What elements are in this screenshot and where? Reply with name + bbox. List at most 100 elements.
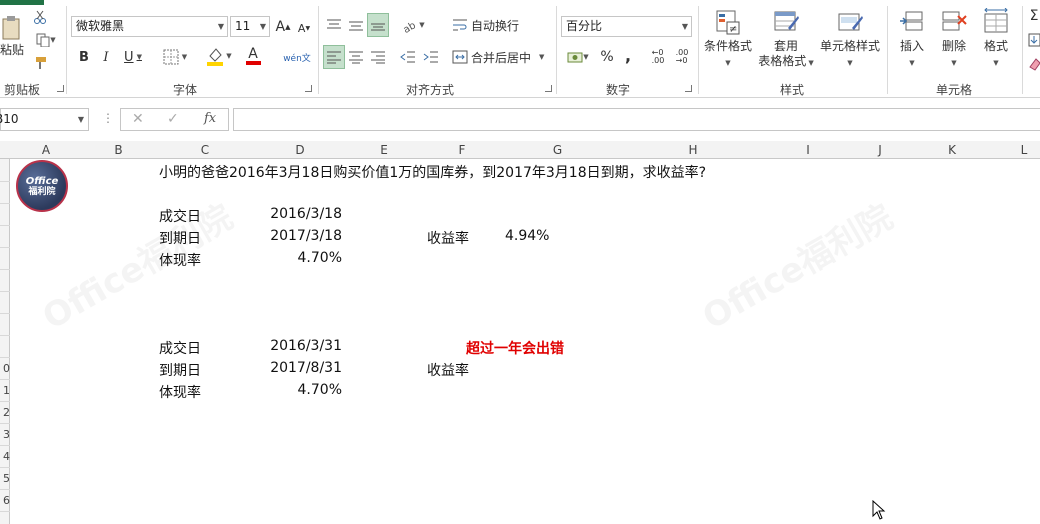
check-icon[interactable]: ✓ [167, 111, 179, 127]
column-header-e[interactable]: E [345, 141, 423, 159]
decrease-indent-button[interactable] [398, 46, 418, 68]
fill-color-button[interactable]: ▼ [203, 45, 235, 67]
cell-d10-due-date[interactable]: 2017/8/31 [255, 360, 342, 376]
number-launcher[interactable] [685, 85, 692, 92]
more-options-icon[interactable]: ⋮ [102, 111, 114, 125]
row-header-11[interactable]: 1 [0, 382, 10, 402]
increase-decimal-button[interactable]: ←0.00 [648, 46, 668, 68]
underline-button[interactable]: U ▼ [119, 47, 147, 67]
italic-button[interactable]: I [97, 47, 115, 67]
row-header-16[interactable]: 6 [0, 492, 10, 512]
row-header-15[interactable]: 5 [0, 470, 10, 490]
insert-function-icon[interactable]: fx [204, 111, 216, 126]
cell-f9-warning[interactable]: 超过一年会出错 [466, 338, 564, 358]
paste-button[interactable]: 粘贴 [0, 8, 24, 64]
row-header-14[interactable]: 4 [0, 448, 10, 468]
cell-styles-button[interactable]: 单元格样式 ▼ [818, 8, 882, 71]
cell-c9-deal-label[interactable]: 成交日 [159, 338, 201, 358]
logo-text-2: 福利院 [28, 186, 56, 197]
row-header-10[interactable]: 0 [0, 360, 10, 380]
copy-button[interactable]: ▼ [32, 32, 60, 48]
row-header-12[interactable]: 2 [0, 404, 10, 424]
decrease-decimal-button[interactable]: .00 →0 [672, 46, 692, 68]
wrap-text-label: 自动换行 [471, 18, 520, 33]
shrink-font-button[interactable]: A ▼ [296, 18, 312, 39]
column-header-h[interactable]: H [614, 141, 772, 159]
column-header-d[interactable]: D [255, 141, 345, 159]
alignment-launcher[interactable] [545, 85, 552, 92]
increase-indent-button[interactable] [421, 46, 441, 68]
column-header-l[interactable]: L [988, 141, 1040, 159]
format-as-table-button[interactable]: 套用 表格格式 ▼ [756, 8, 816, 71]
copy-icon [36, 33, 50, 47]
delete-cells-button[interactable]: 删除 ▼ [935, 8, 973, 71]
conditional-formatting-button[interactable]: ≠ 条件格式 ▼ [700, 8, 756, 71]
cell-d4-due-date[interactable]: 2017/3/18 [255, 228, 342, 244]
column-header-k[interactable]: K [916, 141, 988, 159]
svg-text:ab: ab [402, 20, 418, 33]
middle-align-button[interactable] [346, 14, 366, 36]
decrease-decimal-icon: .00 →0 [675, 48, 689, 65]
clear-button[interactable] [1028, 56, 1040, 72]
cell-d3-deal-date[interactable]: 2016/3/18 [255, 206, 342, 222]
conditional-format-icon: ≠ [716, 10, 740, 35]
office-logo: Office 福利院 [16, 160, 68, 212]
cell-c5-rate-label[interactable]: 体现率 [159, 250, 201, 270]
column-header-a[interactable]: A [10, 141, 82, 159]
cell-c3-deal-label[interactable]: 成交日 [159, 206, 201, 226]
clipboard-launcher[interactable] [57, 85, 64, 92]
row-header-13[interactable]: 3 [0, 426, 10, 446]
cell-d9-deal-date[interactable]: 2016/3/31 [255, 338, 342, 354]
bold-button[interactable]: B [75, 47, 93, 67]
column-header-f[interactable]: F [423, 141, 501, 159]
font-color-button[interactable]: A [238, 45, 268, 67]
fill-button[interactable] [1028, 32, 1040, 48]
cell-c4-due-label[interactable]: 到期日 [159, 228, 201, 248]
insert-cells-button[interactable]: 插入 ▼ [893, 8, 931, 71]
chevron-down-icon: ▼ [847, 59, 853, 67]
autosum-button[interactable]: Σ [1028, 8, 1040, 24]
chevron-down-icon: ▼ [419, 21, 425, 29]
cell-d5-rate-value[interactable]: 4.70% [255, 250, 342, 266]
comma-style-button[interactable]: , [620, 44, 636, 66]
align-center-button[interactable] [346, 46, 366, 68]
column-header-c[interactable]: C [155, 141, 255, 159]
font-launcher[interactable] [305, 85, 312, 92]
accounting-format-button[interactable]: ▼ [563, 46, 593, 68]
formula-input[interactable] [233, 108, 1040, 131]
bottom-align-button[interactable] [367, 13, 389, 37]
cell-c11-rate-label[interactable]: 体现率 [159, 382, 201, 402]
cell-d11-rate-value[interactable]: 4.70% [255, 382, 342, 398]
grow-font-button[interactable]: A ▲ [274, 16, 292, 37]
cell-c10-due-label[interactable]: 到期日 [159, 360, 201, 380]
borders-button[interactable]: ▼ [159, 47, 191, 67]
cell-g4-yield-value[interactable]: 4.94% [505, 228, 549, 244]
font-name-select[interactable]: 微软雅黑 ▼ [71, 16, 228, 37]
cell-c1-title[interactable]: 小明的爸爸2016年3月18日购买价值1万的国库券，到2017年3月18日到期，… [159, 162, 706, 182]
align-middle-icon [349, 21, 363, 31]
top-align-button[interactable] [324, 14, 344, 36]
number-format-select[interactable]: 百分比 ▼ [561, 16, 692, 37]
sigma-icon: Σ [1029, 8, 1039, 24]
format-cells-button[interactable]: 格式 ▼ [977, 8, 1015, 71]
phonetic-button[interactable]: wén文 [282, 46, 312, 68]
cut-button[interactable] [32, 9, 48, 25]
column-header-i[interactable]: I [772, 141, 844, 159]
name-box[interactable]: B10 ▼ [0, 108, 89, 131]
orientation-button[interactable]: ab ▼ [398, 14, 428, 36]
percent-style-button[interactable]: % [598, 46, 616, 68]
cell-f10-yield-label[interactable]: 收益率 [427, 360, 469, 380]
align-left-button[interactable] [323, 45, 345, 69]
wrap-text-button[interactable]: 自动换行 [452, 14, 524, 36]
font-size-select[interactable]: 11 ▼ [230, 16, 270, 37]
column-header-b[interactable]: B [82, 141, 155, 159]
cancel-icon[interactable]: ✕ [132, 111, 144, 127]
cell-f4-yield-label[interactable]: 收益率 [427, 228, 469, 248]
column-header-g[interactable]: G [501, 141, 614, 159]
align-right-button[interactable] [368, 46, 388, 68]
column-header-j[interactable]: J [844, 141, 916, 159]
chevron-down-icon: ▼ [226, 52, 232, 60]
format-painter-button[interactable] [32, 55, 48, 71]
chevron-down-icon: ▼ [50, 36, 56, 44]
merge-center-button[interactable]: 合并后居中 ▼ [452, 46, 552, 68]
